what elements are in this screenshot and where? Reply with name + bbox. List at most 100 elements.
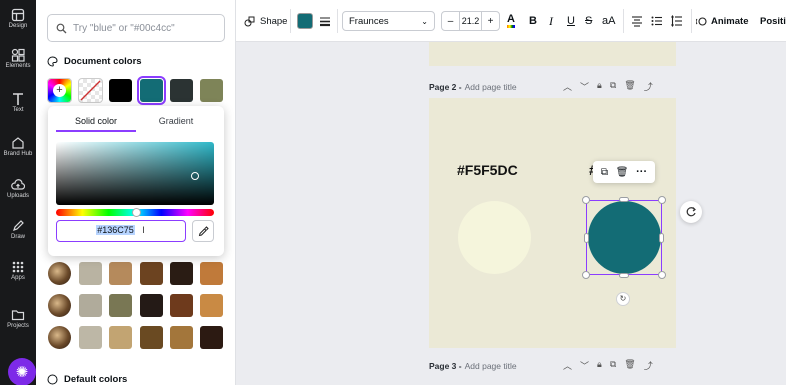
text-color-button[interactable]: A bbox=[507, 11, 515, 31]
rail-item-text[interactable]: Text bbox=[0, 92, 36, 132]
font-size-value[interactable]: 21.2 bbox=[459, 12, 482, 30]
photo-color-swatch[interactable] bbox=[170, 326, 193, 349]
resize-handle-bl[interactable] bbox=[582, 271, 590, 279]
spacing-button[interactable] bbox=[671, 11, 683, 31]
font-family-select[interactable]: Fraunces ⌄ bbox=[342, 11, 435, 31]
rail-item-projects[interactable]: Projects bbox=[0, 308, 36, 348]
more-icon[interactable]: ··· bbox=[636, 166, 647, 178]
photo-color-swatch[interactable] bbox=[109, 262, 132, 285]
photo-color-swatch[interactable] bbox=[79, 262, 102, 285]
rail-label-text: Text bbox=[12, 107, 24, 113]
chevron-up-icon[interactable]: ︿ bbox=[563, 359, 572, 372]
rail-item-design[interactable]: Design bbox=[0, 8, 36, 48]
rail-item-uploads[interactable]: Uploads bbox=[0, 178, 36, 218]
rail-item-draw[interactable]: Draw bbox=[0, 219, 36, 259]
saturation-value-area[interactable] bbox=[56, 142, 214, 205]
rotate-handle[interactable]: ↻ bbox=[616, 292, 630, 306]
add-page-icon[interactable]: ⤴ bbox=[644, 359, 653, 372]
hex-value[interactable]: #136C75 bbox=[96, 225, 135, 235]
color-search-input[interactable] bbox=[73, 22, 213, 34]
align-button[interactable] bbox=[631, 11, 643, 31]
divider bbox=[691, 9, 692, 33]
duplicate-icon[interactable]: ⧉ bbox=[601, 167, 608, 178]
page-1[interactable] bbox=[429, 42, 676, 66]
duplicate-icon[interactable]: ⧉ bbox=[610, 80, 616, 93]
resize-handle-br[interactable] bbox=[658, 271, 666, 279]
photo-color-swatch[interactable] bbox=[140, 326, 163, 349]
bold-button[interactable]: B bbox=[529, 11, 537, 31]
document-color-swatch[interactable] bbox=[109, 79, 132, 102]
resize-handle-tl[interactable] bbox=[582, 196, 590, 204]
trash-icon[interactable]: 🗑︎ bbox=[624, 359, 635, 372]
chevron-down-icon[interactable]: ﹀ bbox=[580, 80, 589, 93]
photo-color-swatch[interactable] bbox=[200, 262, 223, 285]
hue-slider[interactable] bbox=[56, 208, 214, 217]
hue-thumb[interactable] bbox=[132, 208, 141, 217]
photo-color-swatch[interactable] bbox=[79, 326, 102, 349]
resize-handle-left[interactable] bbox=[584, 233, 589, 243]
resize-handle-tr[interactable] bbox=[658, 196, 666, 204]
photo-thumbnail[interactable] bbox=[48, 294, 71, 317]
animate-button[interactable]: Animate bbox=[696, 11, 748, 31]
cream-circle[interactable] bbox=[458, 201, 531, 274]
hex-text-left[interactable]: #F5F5DC bbox=[457, 162, 518, 178]
fill-color-button[interactable] bbox=[297, 11, 313, 31]
page-2-add-title[interactable]: Add page title bbox=[465, 82, 517, 92]
position-button[interactable]: Positio bbox=[760, 11, 786, 31]
rail-label-design: Design bbox=[8, 23, 28, 29]
letter-case-button[interactable]: aA bbox=[602, 11, 615, 31]
chevron-down-icon[interactable]: ﹀ bbox=[580, 359, 589, 372]
font-size-stepper[interactable]: – 21.2 + bbox=[441, 11, 500, 31]
rail-item-apps[interactable]: Apps bbox=[0, 260, 36, 300]
rail-item-elements[interactable]: Elements bbox=[0, 48, 36, 88]
italic-button[interactable]: I bbox=[549, 11, 553, 31]
resize-handle-bottom[interactable] bbox=[619, 273, 629, 278]
photo-color-swatch[interactable] bbox=[109, 326, 132, 349]
sv-cursor[interactable] bbox=[191, 172, 199, 180]
increase-font-button[interactable]: + bbox=[482, 16, 499, 27]
fill-color-swatch bbox=[297, 13, 313, 29]
eyedropper-button[interactable] bbox=[192, 220, 214, 242]
transparent-swatch[interactable] bbox=[78, 78, 103, 103]
trash-icon[interactable]: 🗑︎ bbox=[616, 167, 629, 178]
animate-icon bbox=[696, 16, 707, 26]
document-color-swatch-selected[interactable] bbox=[137, 76, 166, 105]
page-3-add-title[interactable]: Add page title bbox=[465, 361, 517, 371]
photo-color-swatch[interactable] bbox=[79, 294, 102, 317]
underline-button[interactable]: U bbox=[567, 11, 575, 31]
tab-gradient[interactable]: Gradient bbox=[136, 114, 216, 132]
hex-input[interactable]: #136C75 I bbox=[56, 220, 186, 242]
photo-thumbnail[interactable] bbox=[48, 326, 71, 349]
resize-handle-top[interactable] bbox=[619, 197, 629, 202]
document-color-swatch[interactable] bbox=[170, 79, 193, 102]
document-color-swatch[interactable] bbox=[200, 79, 223, 102]
photo-color-swatch[interactable] bbox=[200, 294, 223, 317]
color-search[interactable] bbox=[47, 14, 225, 42]
shape-button[interactable]: Shape bbox=[244, 11, 287, 31]
rail-label-projects: Projects bbox=[7, 323, 29, 329]
photo-color-swatch[interactable] bbox=[200, 326, 223, 349]
photo-thumbnail[interactable] bbox=[48, 262, 71, 285]
strikethrough-button[interactable]: S bbox=[585, 11, 592, 31]
chevron-up-icon[interactable]: ︿ bbox=[563, 80, 572, 93]
list-button[interactable] bbox=[651, 11, 663, 31]
border-style-button[interactable] bbox=[319, 11, 331, 31]
photo-color-swatch[interactable] bbox=[170, 262, 193, 285]
photo-color-swatch[interactable] bbox=[109, 294, 132, 317]
tab-solid-color[interactable]: Solid color bbox=[56, 114, 136, 132]
photo-color-swatch[interactable] bbox=[170, 294, 193, 317]
photo-color-swatch[interactable] bbox=[140, 262, 163, 285]
spacing-icon bbox=[671, 15, 682, 27]
duplicate-icon[interactable]: ⧉ bbox=[610, 359, 616, 372]
rail-item-brand-hub[interactable]: Brand Hub bbox=[0, 136, 36, 176]
decrease-font-button[interactable]: – bbox=[442, 16, 459, 27]
trash-icon[interactable]: 🗑︎ bbox=[624, 80, 635, 93]
resize-handle-right[interactable] bbox=[659, 233, 664, 243]
lock-icon[interactable]: 🔒︎ bbox=[597, 359, 602, 372]
lock-icon[interactable]: 🔒︎ bbox=[597, 80, 602, 93]
add-page-icon[interactable]: ⤴ bbox=[644, 80, 653, 93]
photo-color-swatch[interactable] bbox=[140, 294, 163, 317]
add-color-button[interactable]: + bbox=[47, 78, 72, 103]
magic-button[interactable]: ✺ bbox=[8, 358, 36, 385]
refresh-side-button[interactable] bbox=[680, 201, 702, 223]
